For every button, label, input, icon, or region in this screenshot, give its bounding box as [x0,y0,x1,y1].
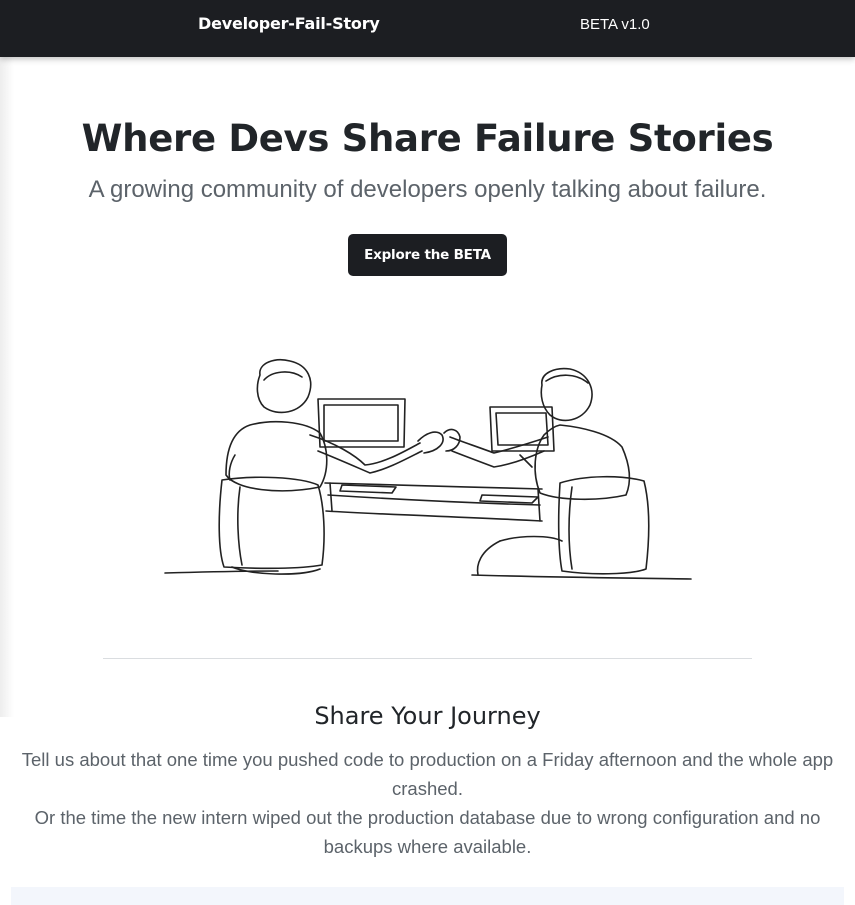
version-label: BETA v1.0 [580,16,650,33]
explore-beta-button[interactable]: Explore the BETA [348,234,507,276]
share-journey-title: Share Your Journey [314,702,541,730]
journey-paragraph-1: Tell us about that one time you pushed c… [21,749,834,799]
brand-link[interactable]: Developer-Fail-Story [198,14,380,34]
left-person [256,359,312,414]
left-monitor [317,398,406,448]
developers-fist-bump-illustration [164,359,692,580]
hero-subtitle: A growing community of developers openly… [88,176,767,203]
floor-line-right [471,574,692,580]
section-divider [103,658,752,659]
right-person [540,367,593,422]
top-navbar: Developer-Fail-Story BETA v1.0 [0,0,855,57]
story-card [11,887,844,905]
hero-title: Where Devs Share Failure Stories [81,117,774,160]
journey-paragraph-2: Or the time the new intern wiped out the… [34,807,821,857]
share-journey-text: Tell us about that one time you pushed c… [8,745,847,861]
